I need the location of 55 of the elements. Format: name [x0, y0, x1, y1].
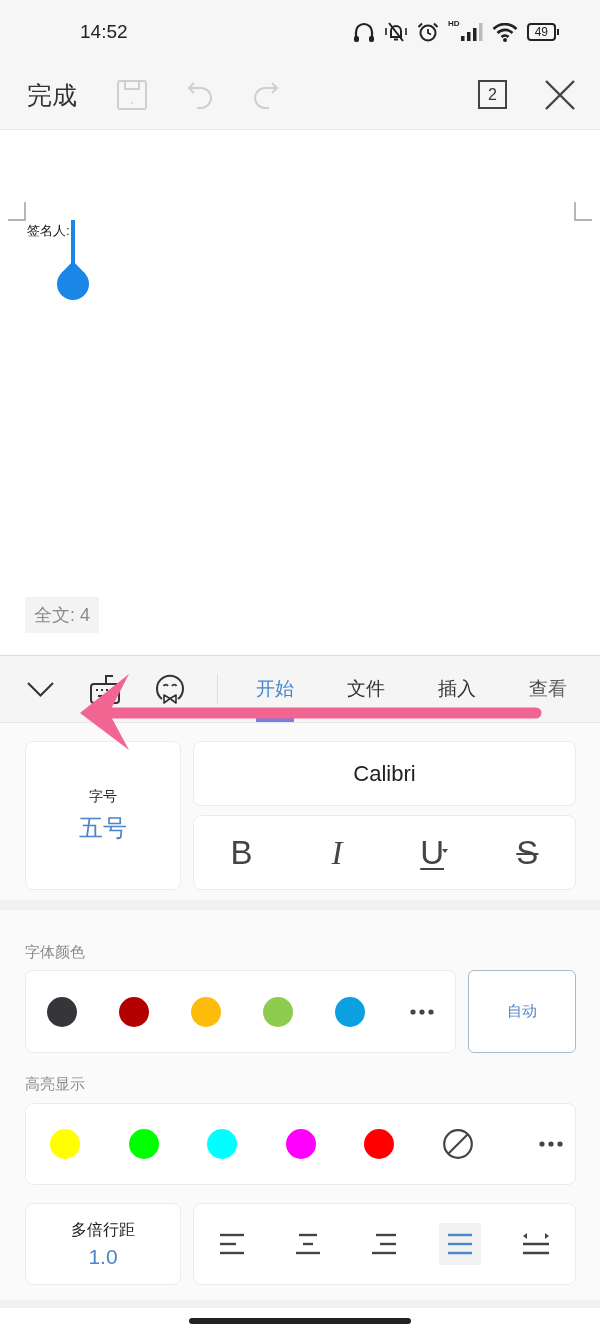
document-text: 签名人: [27, 223, 70, 238]
color-swatch[interactable] [47, 996, 77, 1027]
color-swatch[interactable] [191, 996, 221, 1027]
color-swatch[interactable] [364, 1129, 394, 1159]
network-type-label: HD [448, 20, 460, 28]
strikethrough-button[interactable]: S [507, 832, 548, 873]
wifi-icon [491, 22, 518, 42]
font-size-label: 字号 [89, 787, 117, 806]
battery-level: 49 [526, 23, 556, 41]
status-time: 14:52 [80, 21, 128, 43]
alarm-clock-icon [417, 22, 440, 42]
page-corner-mark [8, 202, 26, 221]
align-lines-icon [219, 1233, 245, 1255]
font-color-label: 字体颜色 [25, 942, 85, 962]
line-spacing-value: 1.0 [88, 1244, 118, 1269]
font-name-button[interactable]: Calibri [193, 741, 576, 806]
color-swatch[interactable] [207, 1129, 237, 1159]
page-count-button[interactable]: 2 [478, 80, 507, 109]
headphones-icon [353, 22, 376, 42]
highlight-label: 高亮显示 [25, 1074, 85, 1094]
color-swatch[interactable] [50, 1129, 80, 1159]
color-swatch[interactable] [263, 996, 293, 1027]
underline-button[interactable]: U [412, 832, 453, 873]
signal-icon [460, 23, 483, 41]
home-indicator[interactable] [189, 1317, 411, 1324]
auto-color-button[interactable]: 自动 [468, 970, 576, 1053]
collapse-chevron-icon[interactable] [27, 681, 54, 697]
color-swatch[interactable] [128, 1129, 159, 1159]
align-lines-icon [371, 1233, 397, 1255]
align-justify-button[interactable] [439, 1223, 481, 1265]
font-size-value: 五号 [79, 812, 127, 843]
done-button[interactable]: 完成 [27, 79, 77, 110]
line-spacing-label: 多倍行距 [71, 1219, 135, 1240]
ribbon-tab[interactable]: 插入 [438, 656, 476, 722]
align-lines-icon [447, 1233, 473, 1255]
word-count-badge: 全文: 4 [25, 597, 99, 633]
align-lines-icon [295, 1233, 321, 1255]
font-size-card[interactable]: 字号 五号 [25, 741, 181, 890]
italic-button[interactable]: I [316, 832, 357, 873]
color-swatch[interactable] [285, 1129, 316, 1159]
line-spacing-card[interactable]: 多倍行距 1.0 [25, 1203, 181, 1285]
more-icon[interactable] [410, 1008, 434, 1015]
more-icon[interactable] [539, 1141, 563, 1147]
ribbon-tab[interactable]: 文件 [347, 656, 385, 722]
ribbon-tab[interactable]: 查看 [529, 656, 567, 722]
muted-bell-icon [384, 22, 409, 42]
bold-button[interactable]: B [221, 832, 262, 873]
close-icon[interactable] [545, 79, 575, 110]
color-swatch[interactable] [335, 996, 365, 1027]
color-swatch[interactable] [119, 996, 149, 1027]
distribute-lines-icon [523, 1233, 549, 1255]
caret-icon [442, 848, 449, 853]
no-color-icon[interactable] [442, 1129, 473, 1159]
face-icon[interactable] [155, 674, 185, 704]
page-corner-mark [574, 202, 592, 221]
